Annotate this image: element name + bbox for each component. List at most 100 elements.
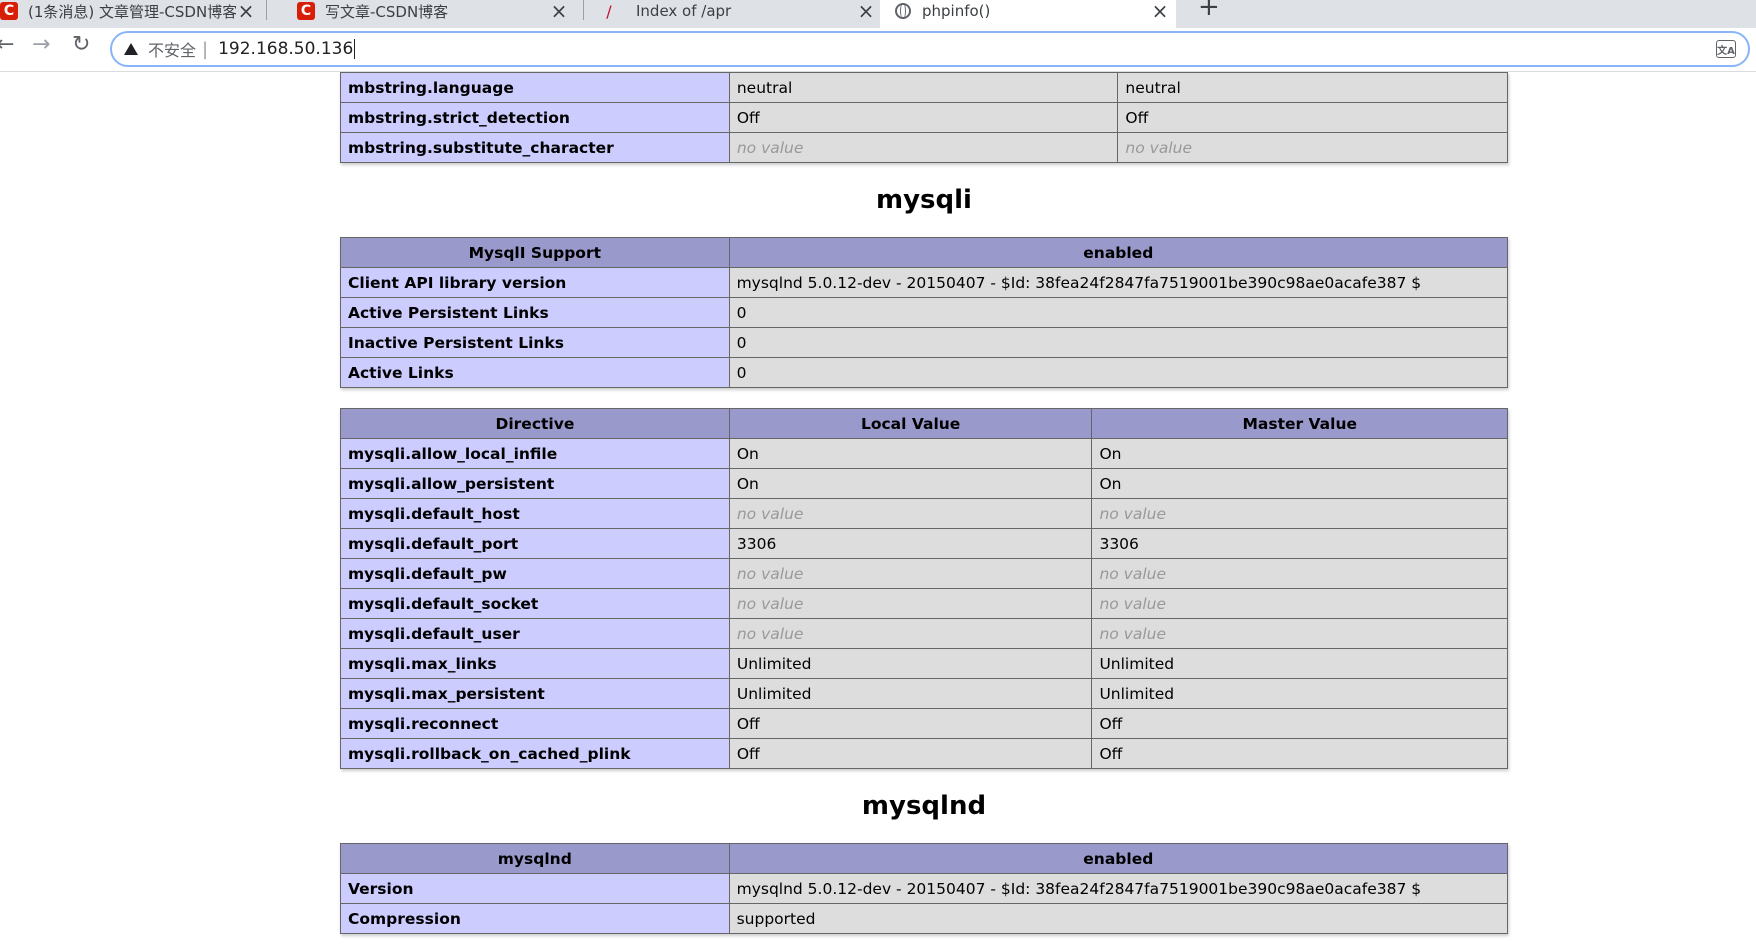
table-row: mysqli.rollback_on_cached_plink Off Off: [340, 738, 1508, 769]
column-header-directive: Directive: [340, 408, 730, 439]
directive-name: mysqli.allow_local_infile: [340, 438, 730, 469]
column-header: MysqlI Support: [340, 237, 730, 268]
directive-name: mysqli.rollback_on_cached_plink: [340, 738, 730, 769]
tab-separator: [583, 0, 584, 20]
translate-icon[interactable]: 文A: [1716, 40, 1736, 58]
tab-csdn-article-manage[interactable]: C (1条消息) 文章管理-CSDN博客 ×: [0, 0, 256, 28]
local-value: no value: [728, 618, 1093, 649]
table-row: mysqli.default_port 3306 3306: [340, 528, 1508, 559]
directive-name: mbstring.language: [340, 72, 730, 103]
local-value: Off: [728, 708, 1093, 739]
tab-index-of-apr[interactable]: / Index of /apr ×: [596, 0, 876, 28]
directive-name: mysqli.max_persistent: [340, 678, 730, 709]
warning-icon[interactable]: [124, 43, 138, 55]
directive-name: mbstring.strict_detection: [340, 102, 730, 133]
tab-title: Index of /apr: [636, 2, 732, 20]
section-heading-mysqli: mysqli: [876, 185, 972, 215]
local-value: On: [728, 438, 1093, 469]
table-row: Active Links 0: [340, 357, 1509, 388]
master-value: Off: [1091, 738, 1508, 769]
info-value: supported: [728, 903, 1509, 934]
section-heading-mysqlnd: mysqlnd: [861, 791, 987, 821]
tab-title: phpinfo(): [922, 2, 991, 20]
close-icon[interactable]: ×: [856, 1, 876, 21]
browser-toolbar: ← → ↻ 不安全 | 192.168.50.136 文A: [0, 28, 1756, 72]
table-row: mysqli.reconnect Off Off: [340, 708, 1508, 739]
local-value: On: [728, 468, 1093, 499]
table-row: Version mysqlnd 5.0.12-dev - 20150407 - …: [340, 873, 1509, 904]
new-tab-icon[interactable]: +: [1198, 0, 1220, 20]
tab-separator: [266, 0, 267, 20]
info-label: Client API library version: [340, 267, 730, 298]
tab-csdn-write[interactable]: C 写文章-CSDN博客 ×: [277, 0, 569, 28]
table-row: mysqli.default_pw no value no value: [340, 558, 1508, 589]
column-header: mysqlnd: [340, 843, 730, 874]
table-row: mbstring.substitute_character no value n…: [340, 132, 1508, 163]
tab-title: (1条消息) 文章管理-CSDN博客: [28, 2, 236, 21]
table-row: mysqli.max_persistent Unlimited Unlimite…: [340, 678, 1508, 709]
info-label: Inactive Persistent Links: [340, 327, 730, 358]
directive-name: mysqli.default_host: [340, 498, 730, 529]
table-header-row: Directive Local Value Master Value: [340, 408, 1508, 439]
master-value: On: [1091, 438, 1508, 469]
info-value: 0: [728, 357, 1509, 388]
table-row: mysqli.allow_persistent On On: [340, 468, 1508, 499]
back-arrow-icon[interactable]: ←: [0, 34, 14, 56]
master-value: no value: [1091, 558, 1508, 589]
directive-name: mysqli.default_socket: [340, 588, 730, 619]
table-row: mbstring.strict_detection Off Off: [340, 102, 1508, 133]
url-text[interactable]: 192.168.50.136: [218, 39, 353, 59]
tab-phpinfo[interactable]: phpinfo() ×: [880, 0, 1176, 28]
globe-icon: [894, 2, 912, 20]
mysqli-info-table: MysqlI Support enabled Client API librar…: [340, 237, 1509, 388]
local-value: no value: [728, 588, 1093, 619]
master-value: no value: [1091, 618, 1508, 649]
page-content: mbstring.language neutral neutral mbstri…: [0, 72, 1756, 946]
column-header: enabled: [728, 843, 1509, 874]
tab-title: 写文章-CSDN博客: [325, 2, 449, 21]
close-icon[interactable]: ×: [1150, 1, 1170, 21]
local-value: neutral: [728, 72, 1119, 103]
info-label: Active Links: [340, 357, 730, 388]
directive-name: mbstring.substitute_character: [340, 132, 730, 163]
table-header-row: mysqlnd enabled: [340, 843, 1509, 874]
forward-arrow-icon[interactable]: →: [32, 34, 50, 56]
address-bar[interactable]: 不安全 | 192.168.50.136 文A: [110, 31, 1750, 67]
info-label: Active Persistent Links: [340, 297, 730, 328]
csdn-icon: C: [297, 2, 315, 20]
local-value: no value: [728, 558, 1093, 589]
column-header: enabled: [728, 237, 1509, 268]
divider: |: [202, 38, 209, 60]
directive-name: mysqli.max_links: [340, 648, 730, 679]
local-value: no value: [728, 498, 1093, 529]
phpinfo-center: mbstring.language neutral neutral mbstri…: [340, 72, 1509, 934]
master-value: Off: [1091, 708, 1508, 739]
mysqli-directives-table: Directive Local Value Master Value mysql…: [340, 408, 1508, 769]
mbstring-directives-table: mbstring.language neutral neutral mbstri…: [340, 72, 1508, 163]
master-value: neutral: [1117, 72, 1508, 103]
mysqlnd-info-table: mysqlnd enabled Version mysqlnd 5.0.12-d…: [340, 843, 1509, 934]
reload-icon[interactable]: ↻: [72, 34, 90, 56]
column-header-local-value: Local Value: [728, 408, 1093, 439]
table-row: Inactive Persistent Links 0: [340, 327, 1509, 358]
master-value: no value: [1091, 498, 1508, 529]
table-row: mysqli.default_host no value no value: [340, 498, 1508, 529]
table-row: Active Persistent Links 0: [340, 297, 1509, 328]
master-value: Off: [1117, 102, 1508, 133]
info-value: mysqlnd 5.0.12-dev - 20150407 - $Id: 38f…: [728, 873, 1509, 904]
table-header-row: MysqlI Support enabled: [340, 237, 1509, 268]
info-label: Compression: [340, 903, 730, 934]
directive-name: mysqli.default_port: [340, 528, 730, 559]
tab-strip: C (1条消息) 文章管理-CSDN博客 × C 写文章-CSDN博客 × / …: [0, 0, 1756, 28]
close-icon[interactable]: ×: [549, 1, 569, 21]
close-icon[interactable]: ×: [236, 1, 256, 21]
info-label: Version: [340, 873, 730, 904]
info-value: mysqlnd 5.0.12-dev - 20150407 - $Id: 38f…: [728, 267, 1509, 298]
column-header-master-value: Master Value: [1091, 408, 1508, 439]
local-value: 3306: [728, 528, 1093, 559]
info-value: 0: [728, 327, 1509, 358]
master-value: Unlimited: [1091, 648, 1508, 679]
security-indicator[interactable]: 不安全: [148, 37, 196, 61]
csdn-icon: C: [0, 2, 18, 20]
master-value: On: [1091, 468, 1508, 499]
